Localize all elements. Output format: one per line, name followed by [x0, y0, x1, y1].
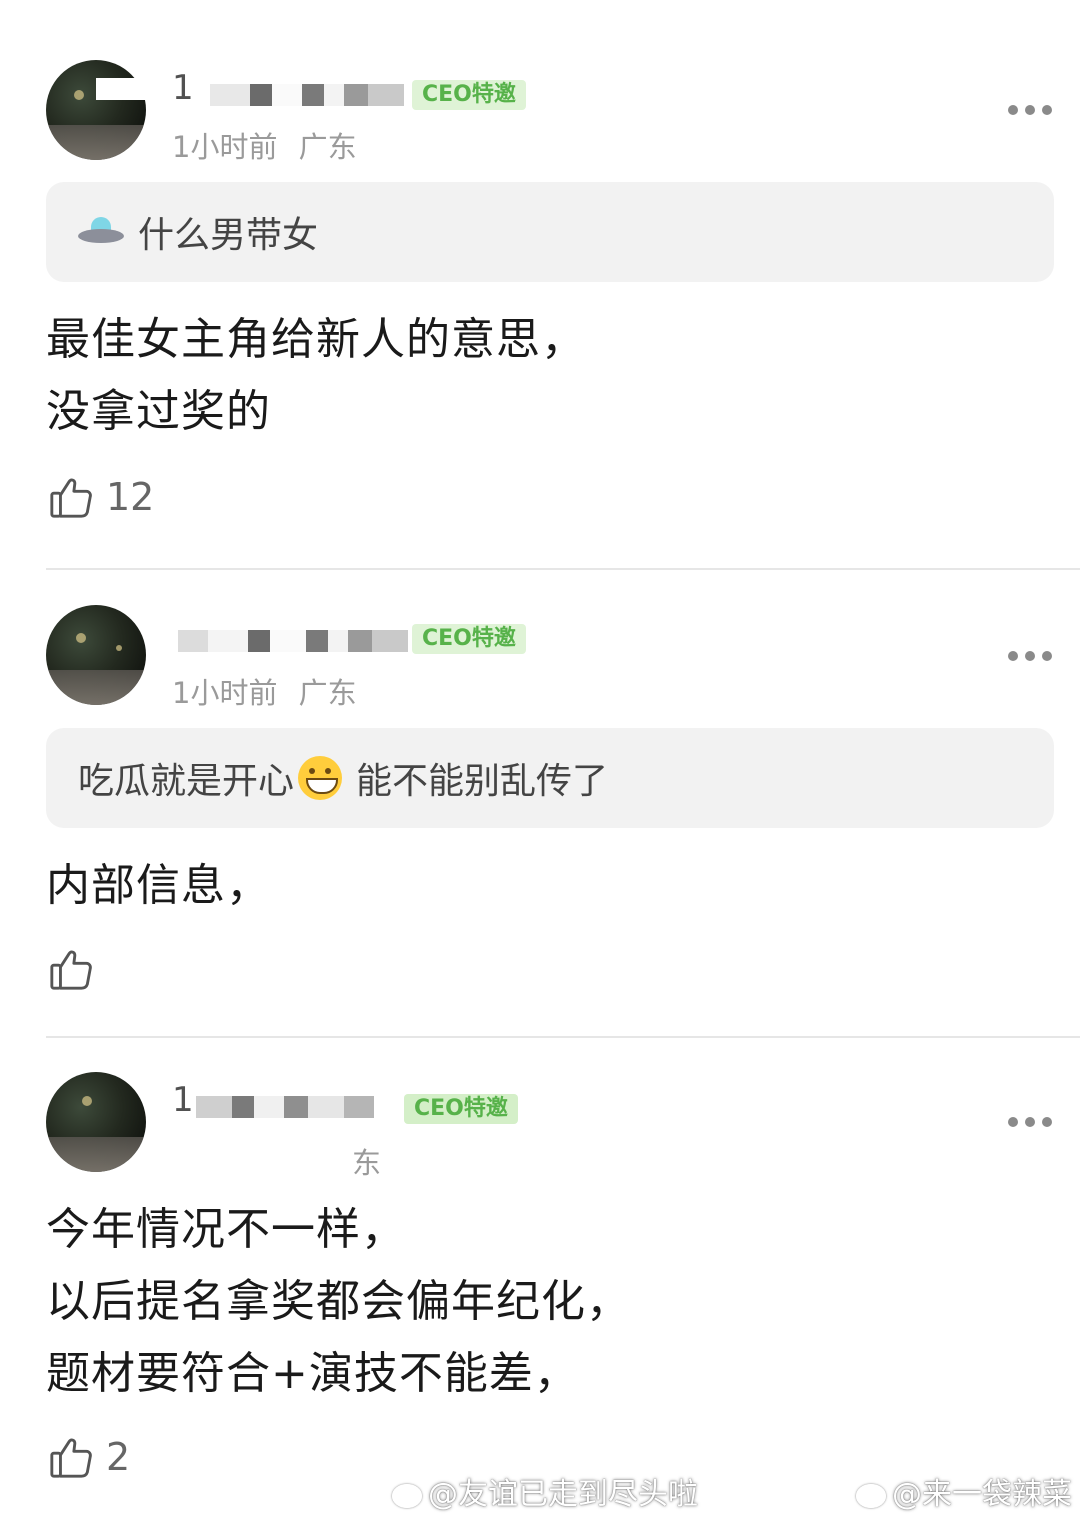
thumbs-up-icon	[50, 478, 92, 518]
like-count: 12	[106, 475, 155, 519]
quoted-reply[interactable]: 吃瓜就是开心 能不能别乱传了	[46, 728, 1054, 828]
post-meta: 东	[172, 1140, 381, 1182]
ceo-badge: CEO特邀	[412, 624, 526, 654]
avatar[interactable]	[46, 60, 146, 160]
post-location: 广东	[298, 676, 357, 710]
quote-text-after: 能不能别乱传了	[356, 761, 609, 802]
content-line: 以后提名拿奖都会偏年纪化，	[46, 1276, 631, 1327]
comment-content: 今年情况不一样， 以后提名拿奖都会偏年纪化， 题材要符合+演技不能差，	[46, 1194, 631, 1410]
thumbs-up-icon	[50, 950, 92, 990]
divider	[46, 568, 1080, 570]
avatar[interactable]	[46, 1072, 146, 1172]
more-options-icon[interactable]	[1008, 1116, 1052, 1128]
comment-content: 最佳女主角给新人的意思， 没拿过奖的	[46, 304, 586, 448]
ceo-badge: CEO特邀	[404, 1094, 518, 1124]
content-line: 没拿过奖的	[46, 386, 271, 437]
content-line: 最佳女主角给新人的意思，	[46, 314, 586, 365]
post-time: 1小时前	[172, 130, 278, 164]
like-button[interactable]: 2	[48, 1434, 130, 1480]
post-meta: 1小时前 广东	[172, 124, 357, 166]
like-count: 2	[106, 1435, 131, 1479]
like-button[interactable]	[48, 946, 106, 992]
more-options-icon[interactable]	[1008, 650, 1052, 662]
post-location: 东	[352, 1146, 382, 1180]
watermark-2: @来一袋辣菜	[856, 1469, 1072, 1513]
ceo-badge: CEO特邀	[412, 80, 526, 110]
privacy-mosaic	[210, 84, 404, 106]
like-button[interactable]: 12	[48, 474, 154, 520]
privacy-mosaic	[196, 1096, 374, 1118]
more-options-icon[interactable]	[1008, 104, 1052, 116]
quoted-reply[interactable]: 什么男带女	[46, 182, 1054, 282]
content-line: 题材要符合+演技不能差，	[46, 1348, 579, 1399]
username[interactable]: 1	[172, 1080, 195, 1120]
comment-content: 内部信息，	[46, 850, 271, 922]
username[interactable]: 1	[172, 68, 195, 108]
privacy-mosaic	[178, 630, 408, 652]
post-time: 1小时前	[172, 676, 278, 710]
weibo-icon	[856, 1483, 886, 1508]
grin-emoji-icon	[298, 756, 343, 800]
weibo-icon	[392, 1483, 422, 1508]
quote-text: 什么男带女	[138, 215, 319, 256]
watermark-1: @友谊已走到尽头啦	[392, 1469, 698, 1513]
divider	[46, 1036, 1080, 1038]
content-line: 今年情况不一样，	[46, 1204, 406, 1255]
content-line: 内部信息，	[46, 860, 271, 911]
thumbs-up-icon	[50, 1438, 92, 1478]
avatar[interactable]	[46, 605, 146, 705]
quote-text-before: 吃瓜就是开心	[78, 761, 295, 802]
post-meta: 1小时前 广东	[172, 670, 357, 712]
ufo-icon	[78, 217, 124, 247]
username-mosaic	[96, 78, 146, 100]
post-location: 广东	[298, 130, 357, 164]
